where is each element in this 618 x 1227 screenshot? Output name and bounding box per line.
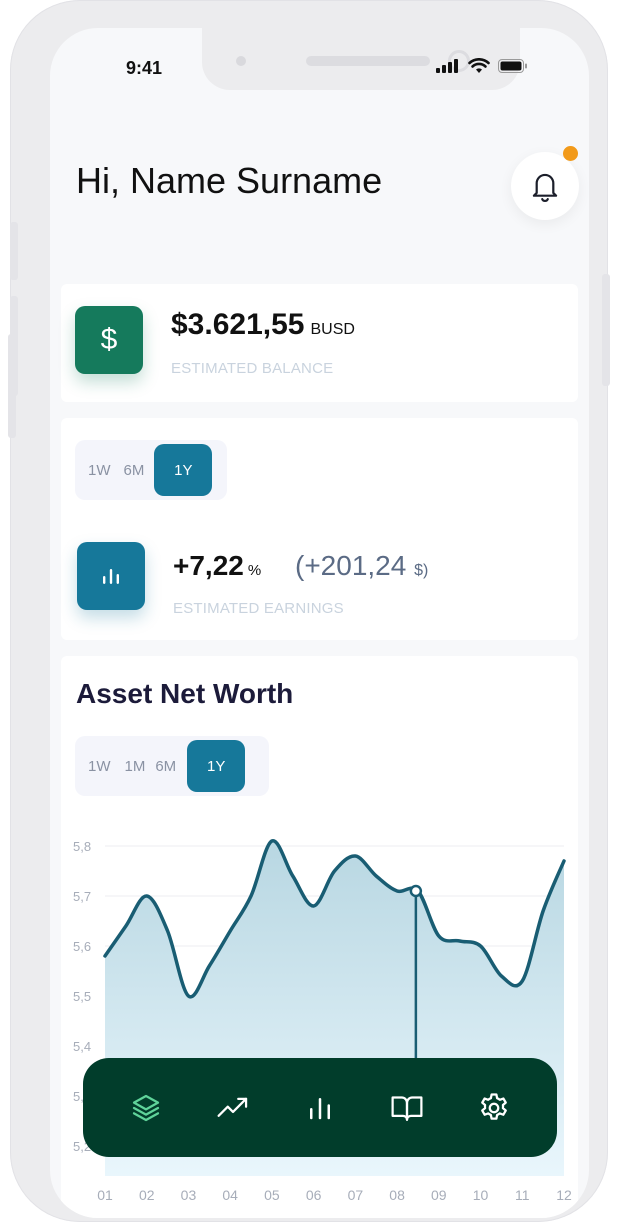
earnings-amount: (+201,24 $) [295,550,428,582]
net-worth-period-selector: 1W 1M 6M 1Y [75,736,269,796]
layers-icon [133,1094,160,1121]
y-tick-label: 5,6 [73,939,91,954]
y-tick-label: 5,7 [73,889,91,904]
earnings-card: 1W 6M 1Y +7,22% (+201,24 $) ESTIMATED EA… [61,418,578,640]
x-tick-label: 10 [473,1187,489,1203]
nav-settings[interactable] [472,1086,516,1130]
bell-icon [532,173,558,202]
earnings-period-1w[interactable]: 1W [79,462,120,479]
balance-label: ESTIMATED BALANCE [171,360,334,377]
nav-portfolio[interactable] [124,1086,168,1130]
power-button [602,274,610,386]
greeting-title: Hi, Name Surname [76,160,383,201]
wifi-icon [468,58,490,73]
bar-chart-icon [103,569,119,584]
notifications-button[interactable] [511,152,579,220]
balance-card: $ $3.621,55 BUSD ESTIMATED BALANCE [61,284,578,402]
earnings-percent-value: +7,22 [173,550,244,581]
x-tick-label: 12 [556,1187,572,1203]
phone-frame: 9:41 Hi, Name Surname $ $3.621,55 BUSD E… [8,0,610,1222]
earnings-percent-unit: % [247,562,262,579]
x-tick-label: 05 [264,1187,280,1203]
earnings-label: ESTIMATED EARNINGS [173,600,344,617]
earnings-amount-value: (+201,24 [295,550,407,581]
x-tick-label: 06 [306,1187,322,1203]
x-tick-label: 03 [181,1187,197,1203]
dollar-icon: $ [75,306,143,374]
x-tick-label: 09 [431,1187,447,1203]
phone-screen: 9:41 Hi, Name Surname $ $3.621,55 BUSD E… [50,28,589,1218]
earnings-amount-unit: $) [414,562,429,579]
balance-currency: BUSD [310,321,355,338]
signal-icon [436,59,458,73]
settings-icon [480,1092,507,1120]
x-tick-label: 07 [348,1187,364,1203]
trending-icon [217,1097,248,1117]
speaker [306,56,430,66]
earnings-percent: +7,22% [173,550,261,582]
sensor-dot [236,56,246,66]
nav-stats[interactable] [298,1086,342,1130]
x-tick-label: 08 [389,1187,405,1203]
net-worth-period-6m[interactable]: 6M [150,758,181,775]
status-icons [436,58,528,74]
net-worth-period-1w[interactable]: 1W [79,758,120,775]
y-tick-label: 5,4 [73,1039,91,1054]
notification-badge [563,146,578,161]
net-worth-period-1y[interactable]: 1Y [187,740,246,792]
status-time: 9:41 [126,58,163,78]
earnings-period-6m[interactable]: 6M [120,462,149,479]
bottom-navbar [83,1058,557,1157]
y-tick-label: 5,5 [73,989,91,1004]
volume-down-button [8,334,16,438]
balance-value: $3.621,55 [171,308,305,341]
net-worth-title: Asset Net Worth [76,678,294,709]
earnings-chart-icon [77,542,145,610]
x-tick-label: 02 [139,1187,155,1203]
x-tick-label: 04 [222,1187,238,1203]
balance-amount: $3.621,55 BUSD [171,308,355,342]
y-tick-label: 5,8 [73,839,91,854]
earnings-period-1y[interactable]: 1Y [154,444,213,496]
x-tick-label: 11 [515,1187,530,1203]
x-tick-label: 01 [97,1187,113,1203]
net-worth-period-1m[interactable]: 1M [120,758,151,775]
book-icon [391,1095,423,1121]
battery-icon [498,59,527,73]
bar-chart-icon [309,1097,330,1119]
nav-trends[interactable] [211,1086,255,1130]
chart-cursor-point[interactable] [409,884,423,898]
mute-switch [10,222,18,280]
earnings-period-selector: 1W 6M 1Y [75,440,227,500]
nav-learn[interactable] [385,1086,429,1130]
